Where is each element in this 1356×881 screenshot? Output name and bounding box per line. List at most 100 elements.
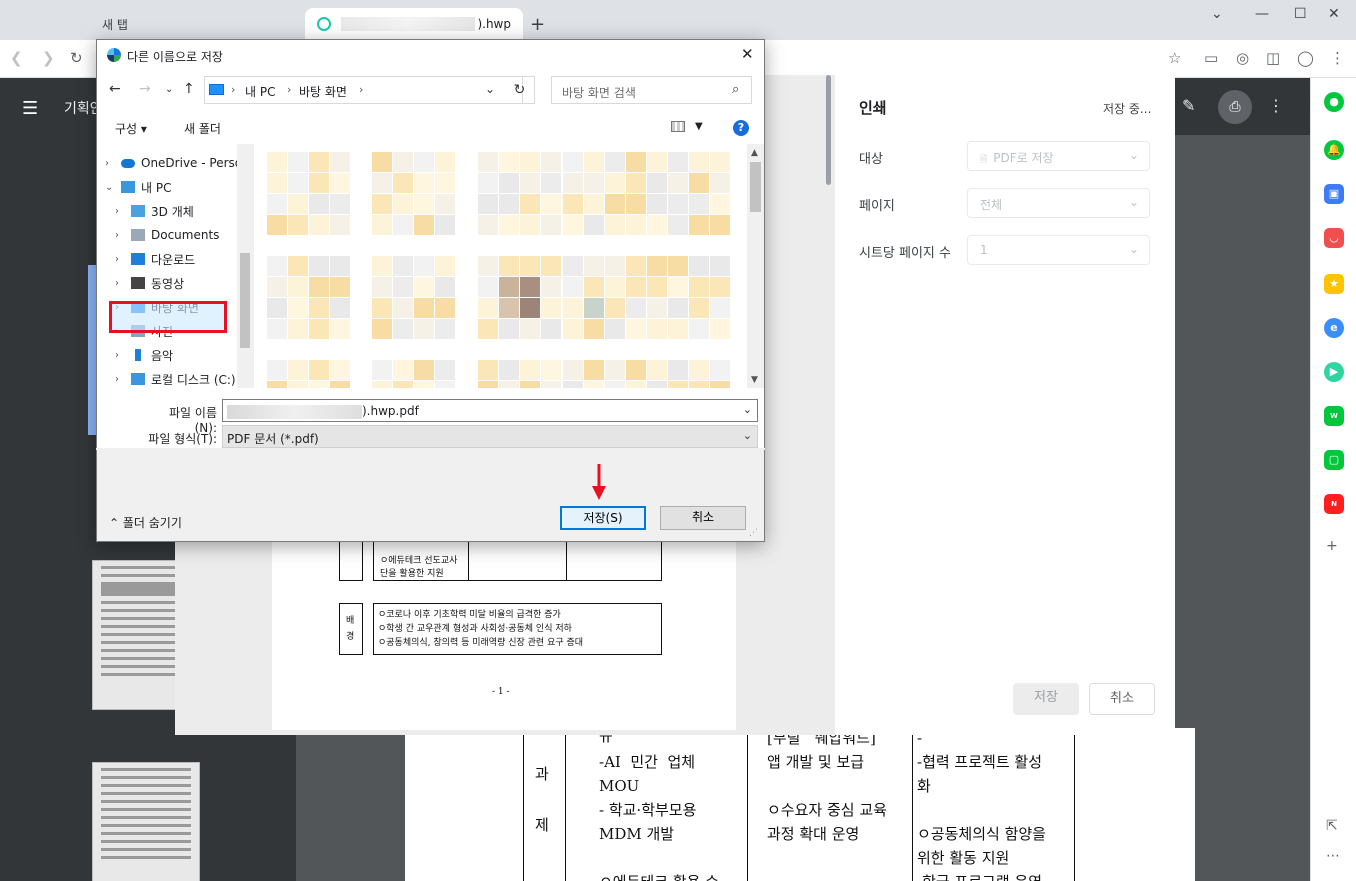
pages-per-sheet-select[interactable]: 1 ⌄ (967, 235, 1150, 265)
tab-document[interactable]: ).hwp (305, 8, 523, 40)
close-icon[interactable]: ✕ (741, 45, 754, 63)
annotate-pencil-icon[interactable]: ✎ (1182, 96, 1195, 115)
tree-item[interactable]: › 3D 개체 (115, 200, 194, 222)
webtoon-icon[interactable]: W (1324, 406, 1344, 426)
file-thumbnail[interactable] (478, 360, 564, 388)
file-scrollbar-thumb[interactable] (750, 162, 761, 212)
breadcrumb-item[interactable]: 내 PC (245, 83, 275, 100)
tree-scrollbar-thumb[interactable] (240, 253, 250, 348)
resize-grip-icon[interactable]: ⋰ (749, 528, 758, 538)
page-thumbnail-4[interactable] (92, 762, 200, 881)
file-thumbnail[interactable] (563, 256, 649, 342)
tree-item[interactable]: › 음악 (115, 344, 173, 366)
file-thumbnail[interactable] (267, 152, 353, 238)
back-arrow-icon[interactable]: ← (109, 81, 121, 97)
file-thumbnail[interactable] (267, 360, 353, 388)
viewer-more-icon[interactable]: ⋮ (1268, 96, 1284, 115)
menu-kebab-icon[interactable]: ⋮ (1330, 49, 1345, 67)
side-more-icon[interactable]: ⋯ (1326, 848, 1340, 864)
print-save-button[interactable]: 저장 (1013, 683, 1079, 715)
preview-scrollbar[interactable] (826, 75, 831, 185)
notification-bell-icon[interactable]: 🔔 (1324, 140, 1344, 160)
scroll-up-icon[interactable]: ▲ (751, 148, 758, 158)
chevron-right-icon[interactable]: › (105, 158, 121, 169)
now-icon[interactable]: N (1324, 494, 1344, 514)
cancel-button[interactable]: 취소 (660, 506, 746, 530)
chevron-right-icon[interactable]: › (115, 350, 131, 361)
forward-icon[interactable]: ❯ (42, 49, 55, 67)
breadcrumb-item[interactable]: 바탕 화면 (299, 83, 347, 100)
filetype-select[interactable]: PDF 문서 (*.pdf) ⌄ (222, 425, 758, 448)
minimize-icon[interactable]: — (1255, 6, 1269, 22)
close-window-icon[interactable]: ✕ (1328, 6, 1340, 22)
briefcase-icon[interactable]: ▣ (1324, 184, 1344, 204)
col1-text: ㅠ-AI 민간 업체MOU- 학교·학부모용MDM 개발ㅇ에듀테크 활용 수 (599, 726, 719, 881)
view-options-icon[interactable] (671, 121, 685, 132)
refresh-icon[interactable]: ↻ (505, 76, 535, 104)
file-thumbnail[interactable] (478, 256, 564, 342)
open-external-icon[interactable]: ⇱ (1326, 818, 1338, 834)
chevron-right-icon[interactable]: › (115, 278, 131, 289)
tree-item[interactable]: › 다운로드 (115, 248, 195, 270)
green-square-icon[interactable]: ▢ (1324, 450, 1344, 470)
file-thumbnail[interactable] (372, 256, 458, 342)
back-icon[interactable]: ❮ (10, 49, 23, 67)
chevron-right-icon[interactable]: › (115, 254, 131, 265)
save-button[interactable]: 저장(S) (560, 506, 646, 530)
chevron-right-icon[interactable]: › (115, 374, 131, 385)
file-thumbnail[interactable] (563, 152, 649, 238)
scroll-down-icon[interactable]: ▼ (751, 375, 758, 385)
screenshot-icon[interactable]: ◎ (1236, 49, 1249, 67)
star-app-icon[interactable]: ★ (1324, 274, 1344, 294)
print-icon[interactable]: ⎙ (1218, 90, 1252, 124)
file-thumbnail[interactable] (647, 256, 733, 342)
tab-search-icon[interactable]: ⌄ (1211, 6, 1223, 22)
search-input[interactable]: 바탕 화면 검색 ⌕ (551, 76, 752, 104)
add-app-icon[interactable]: + (1326, 538, 1338, 554)
file-thumbnail[interactable] (647, 152, 733, 238)
address-dropdown-icon[interactable]: ⌄ (485, 82, 495, 96)
file-thumbnail[interactable] (563, 360, 649, 388)
file-thumbnail[interactable] (372, 360, 458, 388)
profile-icon[interactable]: ◯ (1297, 49, 1314, 67)
file-thumbnail[interactable] (478, 152, 564, 238)
help-icon[interactable]: ? (733, 120, 749, 136)
tree-item[interactable]: › 로컬 디스크 (C:) (115, 368, 236, 388)
edge-app-icon[interactable]: e (1324, 318, 1344, 338)
maximize-icon[interactable]: ☐ (1294, 6, 1307, 22)
forward-arrow-icon[interactable]: → (139, 81, 151, 97)
recent-locations-chevron-icon[interactable]: ⌄ (165, 84, 173, 95)
chevron-right-icon[interactable]: › (115, 230, 131, 241)
tab-new-tab[interactable]: 새 탭 (90, 8, 300, 40)
file-thumbnail[interactable] (372, 152, 458, 238)
chevron-right-icon[interactable]: › (115, 206, 131, 217)
reload-icon[interactable]: ↻ (70, 49, 83, 67)
chevron-down-icon[interactable]: ⌄ (743, 429, 752, 442)
sidebar-toggle-icon[interactable]: ◫ (1266, 49, 1280, 67)
tree-item[interactable]: ⌄ 내 PC (105, 176, 171, 198)
chevron-down-icon[interactable]: ⌄ (105, 182, 121, 193)
up-arrow-icon[interactable]: ↑ (183, 81, 195, 97)
chevron-down-icon[interactable]: ⌄ (743, 403, 752, 416)
organize-menu[interactable]: 구성 ▾ (115, 120, 147, 137)
print-cancel-button[interactable]: 취소 (1089, 683, 1155, 715)
filename-input[interactable]: ).hwp.pdf ⌄ (222, 399, 758, 422)
destination-select[interactable]: 🗎 PDF로 저장 ⌄ (967, 141, 1150, 171)
hide-folders-toggle[interactable]: ⌃ 폴더 숨기기 (109, 514, 182, 531)
tree-item[interactable]: › OneDrive - Person (105, 152, 250, 174)
tree-item[interactable]: › Documents (115, 224, 219, 246)
play-icon[interactable]: ▶ (1324, 362, 1344, 382)
hamburger-menu-icon[interactable]: ☰ (22, 98, 38, 119)
file-thumbnail[interactable] (267, 256, 353, 342)
new-folder-button[interactable]: 새 폴더 (184, 120, 221, 137)
address-bar[interactable]: › 내 PC › 바탕 화면 › ⌄ (204, 76, 523, 104)
tree-item[interactable]: › 동영상 (115, 272, 184, 294)
pages-select[interactable]: 전체 ⌄ (967, 188, 1150, 218)
naver-icon[interactable]: ● (1324, 92, 1344, 112)
bookmark-star-icon[interactable]: ☆ (1168, 49, 1181, 67)
new-tab-button[interactable]: + (530, 14, 545, 35)
cast-icon[interactable]: ▭ (1204, 49, 1218, 67)
view-dropdown-icon[interactable]: ▼ (695, 121, 703, 132)
pocket-icon[interactable]: ◡ (1324, 228, 1344, 248)
file-thumbnail[interactable] (647, 360, 733, 388)
